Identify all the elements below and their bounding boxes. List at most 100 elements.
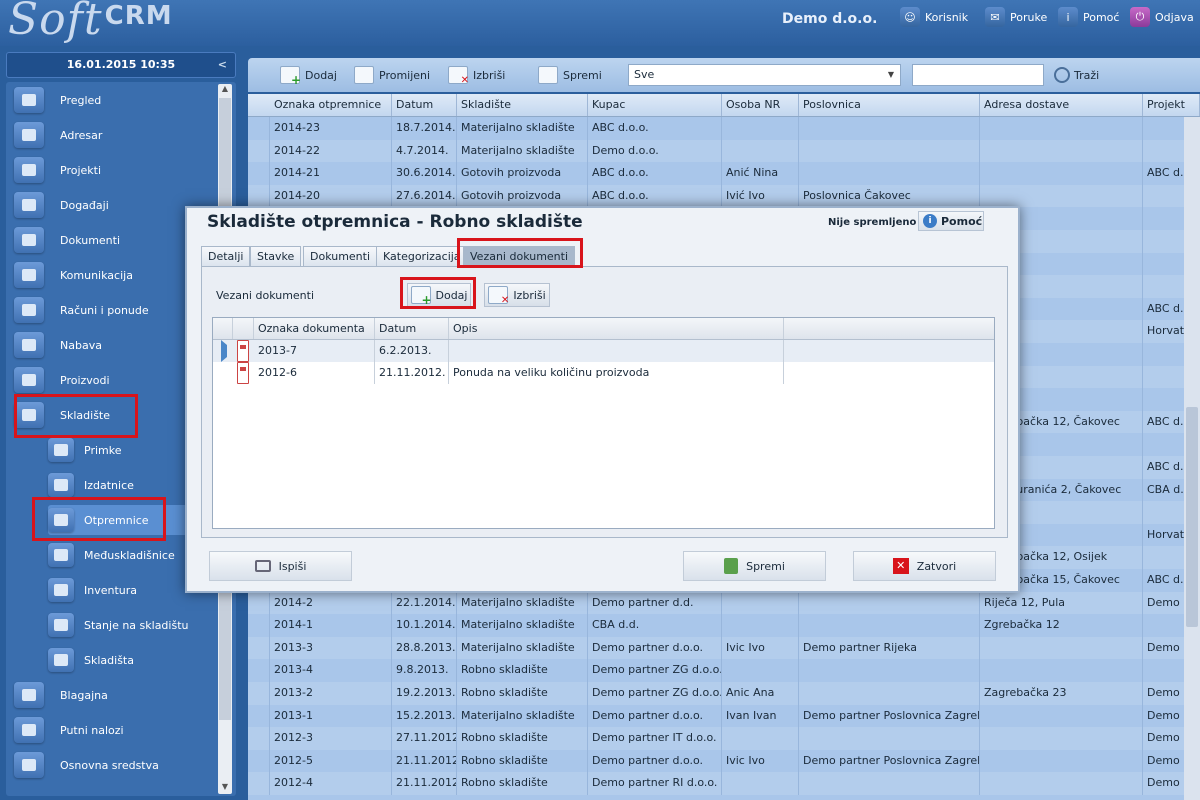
tab-detalji[interactable]: Detalji <box>201 246 251 267</box>
delete-linked-document-button[interactable]: Izbriši <box>484 283 550 307</box>
column-header[interactable]: Datum <box>392 94 457 116</box>
sidebar-item-pregled[interactable]: Pregled <box>14 85 219 115</box>
tab-dokumenti[interactable]: Dokumenti <box>303 246 378 267</box>
sidebar-item-osnovna-sredstva[interactable]: Osnovna sredstva <box>14 750 219 780</box>
linked-documents-panel: Vezani dokumenti Dodaj Izbriši Oznaka do… <box>201 266 1008 538</box>
row-selector[interactable] <box>248 727 270 750</box>
column-header[interactable]: Opis <box>449 318 784 339</box>
document-icon <box>237 340 249 362</box>
table-row[interactable]: 2014-23 18.7.2014. Materijalno skladište AB… <box>248 117 1200 140</box>
purchase-icon <box>14 332 44 358</box>
column-header[interactable]: Poslovnica <box>799 94 980 116</box>
table-row[interactable]: 2013-1 15.2.2013. Materijalno skladište Dem… <box>248 704 1200 728</box>
table-row[interactable]: 2014-22 4.7.2014. Materijalno skladište Dem… <box>248 139 1200 163</box>
column-header[interactable]: Osoba NR <box>722 94 799 116</box>
add-linked-document-button[interactable]: Dodaj <box>407 283 471 307</box>
projects-icon <box>14 157 44 183</box>
user-button[interactable]: ☺ Korisnik <box>900 4 968 30</box>
row-indicator-header <box>213 318 233 339</box>
table-row[interactable]: 2012-6 21.11.2012. Ponuda na veliku koli… <box>213 362 994 384</box>
column-header[interactable]: Datum <box>375 318 449 339</box>
row-selector[interactable] <box>248 184 270 208</box>
table-row[interactable]: 2013-3 28.8.2013. Materijalno skladište Dem… <box>248 636 1200 660</box>
table-cell <box>799 162 980 185</box>
sidebar-item-stanje[interactable]: Stanje na skladištu <box>48 610 218 640</box>
table-cell: Poslovnica Čakovec <box>799 184 980 208</box>
table-cell: Materijalno skladište <box>457 591 588 615</box>
search-input[interactable] <box>912 64 1044 86</box>
column-header[interactable]: Oznaka otpremnice <box>270 94 392 116</box>
table-row[interactable]: 2014-1 10.1.2014. Materijalno skladište CBA… <box>248 614 1200 637</box>
row-selector[interactable] <box>248 659 270 682</box>
scroll-up-icon[interactable]: ▲ <box>218 84 232 96</box>
company-name: Demo d.o.o. <box>782 11 878 27</box>
column-header[interactable]: Oznaka dokumenta <box>254 318 375 339</box>
add-button[interactable]: Dodaj <box>280 64 337 87</box>
table-row[interactable]: 2014-20 27.6.2014. Gotovih proizvoda ABC d.… <box>248 184 1200 208</box>
dialog-title: Skladište otpremnica - Robno skladište <box>207 212 583 232</box>
print-button[interactable]: Ispiši <box>209 551 352 581</box>
sidebar-item-projekti[interactable]: Projekti <box>14 155 219 185</box>
table-row[interactable]: 2012-5 21.11.2012. Robno skladište Demo par… <box>248 749 1200 773</box>
column-header[interactable]: Projekt <box>1143 94 1200 116</box>
delete-button[interactable]: Izbriši <box>448 64 505 86</box>
row-selector[interactable] <box>248 162 270 185</box>
tab-vezani-dokumenti[interactable]: Vezani dokumenti <box>463 246 576 267</box>
table-row[interactable]: 2013-4 9.8.2013. Robno skladište Demo partn… <box>248 659 1200 682</box>
column-header[interactable]: Adresa dostave <box>980 94 1143 116</box>
table-cell: 18.7.2014. <box>392 117 457 140</box>
cash-register-icon <box>14 682 44 708</box>
sidebar-item-blagajna[interactable]: Blagajna <box>14 680 219 710</box>
table-row[interactable]: 2014-21 30.6.2014. Gotovih proizvoda ABC d.… <box>248 162 1200 185</box>
sidebar-item-putni-nalozi[interactable]: Putni nalozi <box>14 715 219 745</box>
row-selector[interactable] <box>248 636 270 660</box>
collapse-sidebar-button[interactable]: < <box>218 53 227 77</box>
table-cell: Demo partner ZG d.o.o. <box>588 682 722 705</box>
table-cell <box>722 117 799 140</box>
logout-button[interactable]: ⏻ Odjava <box>1130 4 1194 30</box>
save-button[interactable]: Spremi <box>683 551 826 581</box>
export-button[interactable]: Spremi <box>538 64 602 86</box>
table-scrollbar[interactable] <box>1184 117 1200 800</box>
table-row[interactable]: 2013-7 6.2.2013. <box>213 340 994 362</box>
row-selector[interactable] <box>248 682 270 705</box>
row-selector[interactable] <box>248 117 270 140</box>
delivery-note-dialog: Skladište otpremnica - Robno skladište N… <box>185 206 1020 593</box>
tab-kategorizacija[interactable]: Kategorizacija <box>376 246 468 267</box>
search-icon <box>1054 67 1070 83</box>
table-cell: Materijalno skladište <box>457 704 588 728</box>
help-button[interactable]: i Pomoć <box>1058 4 1119 30</box>
table-row[interactable]: 2013-2 19.2.2013. Robno skladište Demo part… <box>248 682 1200 705</box>
table-row[interactable]: 2014-2 22.1.2014. Materijalno skladište Dem… <box>248 591 1200 615</box>
table-scroll-thumb[interactable] <box>1186 407 1198 627</box>
table-cell <box>980 749 1143 773</box>
row-selector[interactable] <box>248 772 270 795</box>
table-row[interactable]: 2012-4 21.11.2012. Robno skladište Demo par… <box>248 772 1200 795</box>
close-button[interactable]: ✕ Zatvori <box>853 551 996 581</box>
column-header[interactable]: Kupac <box>588 94 722 116</box>
column-header[interactable]: Skladište <box>457 94 588 116</box>
row-selector[interactable] <box>248 591 270 615</box>
table-cell: Materijalno skladište <box>457 139 588 163</box>
tab-stavke[interactable]: Stavke <box>250 246 302 267</box>
table-cell: 2012-4 <box>270 772 392 795</box>
row-selector[interactable] <box>248 749 270 773</box>
scroll-down-icon[interactable]: ▼ <box>218 782 232 794</box>
table-row[interactable]: 2012-3 27.11.2012. Robno skladište Demo par… <box>248 727 1200 750</box>
row-selector[interactable] <box>248 614 270 637</box>
sidebar-item-adresar[interactable]: Adresar <box>14 120 219 150</box>
table-cell: 10.1.2014. <box>392 614 457 637</box>
dialog-help-button[interactable]: i Pomoć <box>918 211 984 231</box>
search-button[interactable]: Traži <box>1054 63 1099 87</box>
sidebar-item-skladista[interactable]: Skladišta <box>48 645 218 675</box>
table-cell: Demo partner d.o.o. <box>588 749 722 773</box>
table-cell: Demo partner Rijeka <box>799 636 980 660</box>
filter-select[interactable]: Sve ▼ <box>628 64 901 86</box>
calendar-icon <box>14 192 44 218</box>
messages-button[interactable]: ✉ Poruke <box>985 4 1047 30</box>
chart-icon <box>538 66 558 84</box>
info-icon: i <box>923 214 937 228</box>
edit-button[interactable]: Promijeni <box>354 64 430 86</box>
row-selector[interactable] <box>248 704 270 728</box>
row-selector[interactable] <box>248 139 270 163</box>
